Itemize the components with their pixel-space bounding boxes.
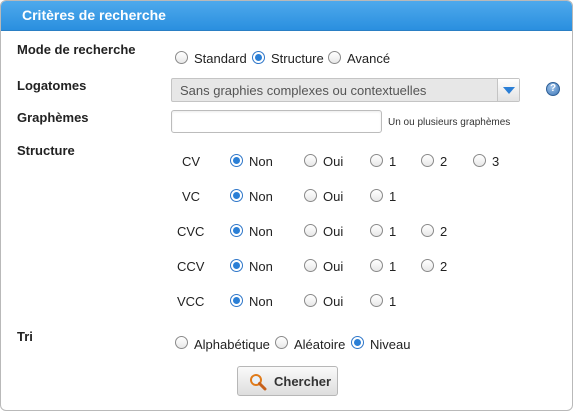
cv-2-radio[interactable]: [421, 154, 434, 167]
mode-avance-radio[interactable]: [328, 51, 341, 64]
cv-oui-label[interactable]: Oui: [323, 154, 343, 169]
cvc-non-radio[interactable]: [230, 224, 243, 237]
ccv-2-label[interactable]: 2: [440, 259, 447, 274]
vcc-non-radio[interactable]: [230, 294, 243, 307]
vc-non-radio[interactable]: [230, 189, 243, 202]
mode-structure-label[interactable]: Structure: [271, 51, 324, 66]
ccv-1-radio[interactable]: [370, 259, 383, 272]
vc-1-radio[interactable]: [370, 189, 383, 202]
cv-non-radio[interactable]: [230, 154, 243, 167]
vc-non-label[interactable]: Non: [249, 189, 273, 204]
structure-row-ccv-label: CCV: [177, 259, 205, 274]
mode-standard-radio[interactable]: [175, 51, 188, 64]
structure-row-cvc-label: CVC: [177, 224, 205, 239]
tri-alphabetique-radio[interactable]: [175, 336, 188, 349]
tri-aleatoire-label[interactable]: Aléatoire: [294, 337, 345, 352]
mode-structure-radio[interactable]: [252, 51, 265, 64]
structure-row-vcc-label: VCC: [177, 294, 205, 309]
cvc-oui-radio[interactable]: [304, 224, 317, 237]
vcc-1-label[interactable]: 1: [389, 294, 396, 309]
chercher-button[interactable]: Chercher: [237, 366, 338, 396]
cvc-2-radio[interactable]: [421, 224, 434, 237]
ccv-1-label[interactable]: 1: [389, 259, 396, 274]
cvc-1-label[interactable]: 1: [389, 224, 396, 239]
cv-non-label[interactable]: Non: [249, 154, 273, 169]
cv-2-label[interactable]: 2: [440, 154, 447, 169]
graphemes-label: Graphèmes: [17, 110, 89, 125]
cv-oui-radio[interactable]: [304, 154, 317, 167]
search-criteria-panel: Critères de recherche Mode de recherche …: [0, 0, 573, 411]
magnifier-icon: [250, 374, 267, 391]
chevron-down-icon[interactable]: [497, 79, 519, 101]
ccv-non-label[interactable]: Non: [249, 259, 273, 274]
tri-aleatoire-radio[interactable]: [275, 336, 288, 349]
ccv-oui-radio[interactable]: [304, 259, 317, 272]
cvc-oui-label[interactable]: Oui: [323, 224, 343, 239]
graphemes-hint: Un ou plusieurs graphèmes: [388, 117, 511, 128]
vcc-1-radio[interactable]: [370, 294, 383, 307]
ccv-oui-label[interactable]: Oui: [323, 259, 343, 274]
chercher-button-label: Chercher: [274, 374, 332, 389]
mode-avance-label[interactable]: Avancé: [347, 51, 390, 66]
vc-1-label[interactable]: 1: [389, 189, 396, 204]
tri-alphabetique-label[interactable]: Alphabétique: [194, 337, 270, 352]
help-icon[interactable]: ?: [546, 82, 560, 96]
mode-standard-label[interactable]: Standard: [194, 51, 247, 66]
vc-oui-radio[interactable]: [304, 189, 317, 202]
vcc-non-label[interactable]: Non: [249, 294, 273, 309]
panel-title: Critères de recherche: [22, 7, 166, 23]
mode-label: Mode de recherche: [17, 42, 136, 57]
ccv-non-radio[interactable]: [230, 259, 243, 272]
vc-oui-label[interactable]: Oui: [323, 189, 343, 204]
structure-label: Structure: [17, 143, 75, 158]
tri-label: Tri: [17, 329, 33, 344]
vcc-oui-radio[interactable]: [304, 294, 317, 307]
graphemes-input[interactable]: [171, 110, 382, 133]
cvc-1-radio[interactable]: [370, 224, 383, 237]
structure-row-cv-label: CV: [182, 154, 201, 169]
ccv-2-radio[interactable]: [421, 259, 434, 272]
cv-3-label[interactable]: 3: [492, 154, 499, 169]
cvc-2-label[interactable]: 2: [440, 224, 447, 239]
cv-3-radio[interactable]: [473, 154, 486, 167]
logatomes-select[interactable]: Sans graphies complexes ou contextuelles: [171, 78, 520, 102]
vcc-oui-label[interactable]: Oui: [323, 294, 343, 309]
cv-1-radio[interactable]: [370, 154, 383, 167]
tri-niveau-label[interactable]: Niveau: [370, 337, 410, 352]
logatomes-label: Logatomes: [17, 78, 87, 93]
cv-1-label[interactable]: 1: [389, 154, 396, 169]
tri-niveau-radio[interactable]: [351, 336, 364, 349]
panel-header: Critères de recherche: [1, 1, 572, 31]
logatomes-selected-value: Sans graphies complexes ou contextuelles: [180, 83, 427, 98]
structure-row-vc-label: VC: [182, 189, 201, 204]
cvc-non-label[interactable]: Non: [249, 224, 273, 239]
